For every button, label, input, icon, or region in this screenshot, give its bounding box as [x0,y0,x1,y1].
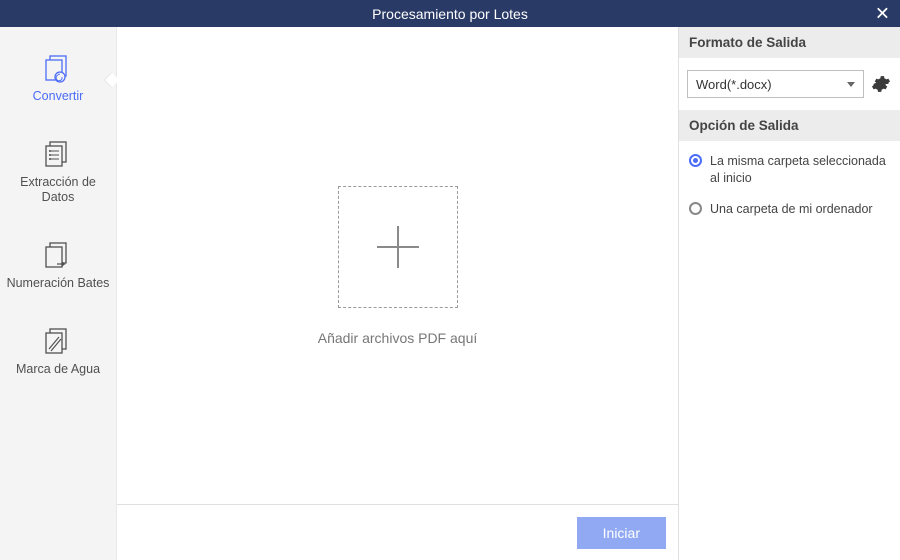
radio-icon [689,154,702,167]
gear-icon [871,74,891,94]
sidebar-item-label: Numeración Bates [7,276,110,292]
chevron-down-icon [847,82,855,87]
sidebar-item-watermark[interactable]: Marca de Agua [0,314,116,392]
option-label: Una carpeta de mi ordenador [710,201,873,218]
output-option-title: Opción de Salida [679,110,900,141]
format-settings-button[interactable] [870,73,892,95]
watermark-icon [43,328,73,356]
extract-icon [43,141,73,169]
sidebar-item-convert[interactable]: Convertir [0,41,116,119]
option-same-folder[interactable]: La misma carpeta seleccionada al inicio [689,153,890,187]
footer-bar: Iniciar [117,504,678,560]
titlebar: Procesamiento por Lotes ✕ [0,0,900,27]
option-label: La misma carpeta seleccionada al inicio [710,153,890,187]
plus-icon [377,226,419,268]
center-panel: Añadir archivos PDF aquí Iniciar [117,27,678,560]
close-icon[interactable]: ✕ [875,3,890,24]
right-panel: Formato de Salida Word(*.docx) Opción de… [678,27,900,560]
output-format-select[interactable]: Word(*.docx) [687,70,864,98]
sidebar-item-extract[interactable]: Extracción de Datos [0,127,116,220]
drop-label: Añadir archivos PDF aquí [318,330,478,346]
start-button[interactable]: Iniciar [577,517,666,549]
convert-icon [43,55,73,83]
add-files-dropbox[interactable] [338,186,458,308]
format-section-title: Formato de Salida [679,27,900,58]
output-option-group: La misma carpeta seleccionada al inicio … [679,141,900,242]
window-title: Procesamiento por Lotes [372,6,528,22]
option-custom-folder[interactable]: Una carpeta de mi ordenador [689,201,890,218]
radio-icon [689,202,702,215]
format-row: Word(*.docx) [679,58,900,110]
sidebar-item-label: Convertir [33,89,84,105]
main-layout: Convertir Extracción de Datos Numeració [0,27,900,560]
dropzone-area: Añadir archivos PDF aquí [117,27,678,504]
sidebar: Convertir Extracción de Datos Numeració [0,27,117,560]
format-selected-value: Word(*.docx) [696,77,772,92]
bates-icon [43,242,73,270]
sidebar-item-bates[interactable]: Numeración Bates [0,228,116,306]
sidebar-item-label: Marca de Agua [16,362,100,378]
sidebar-item-label: Extracción de Datos [6,175,110,206]
